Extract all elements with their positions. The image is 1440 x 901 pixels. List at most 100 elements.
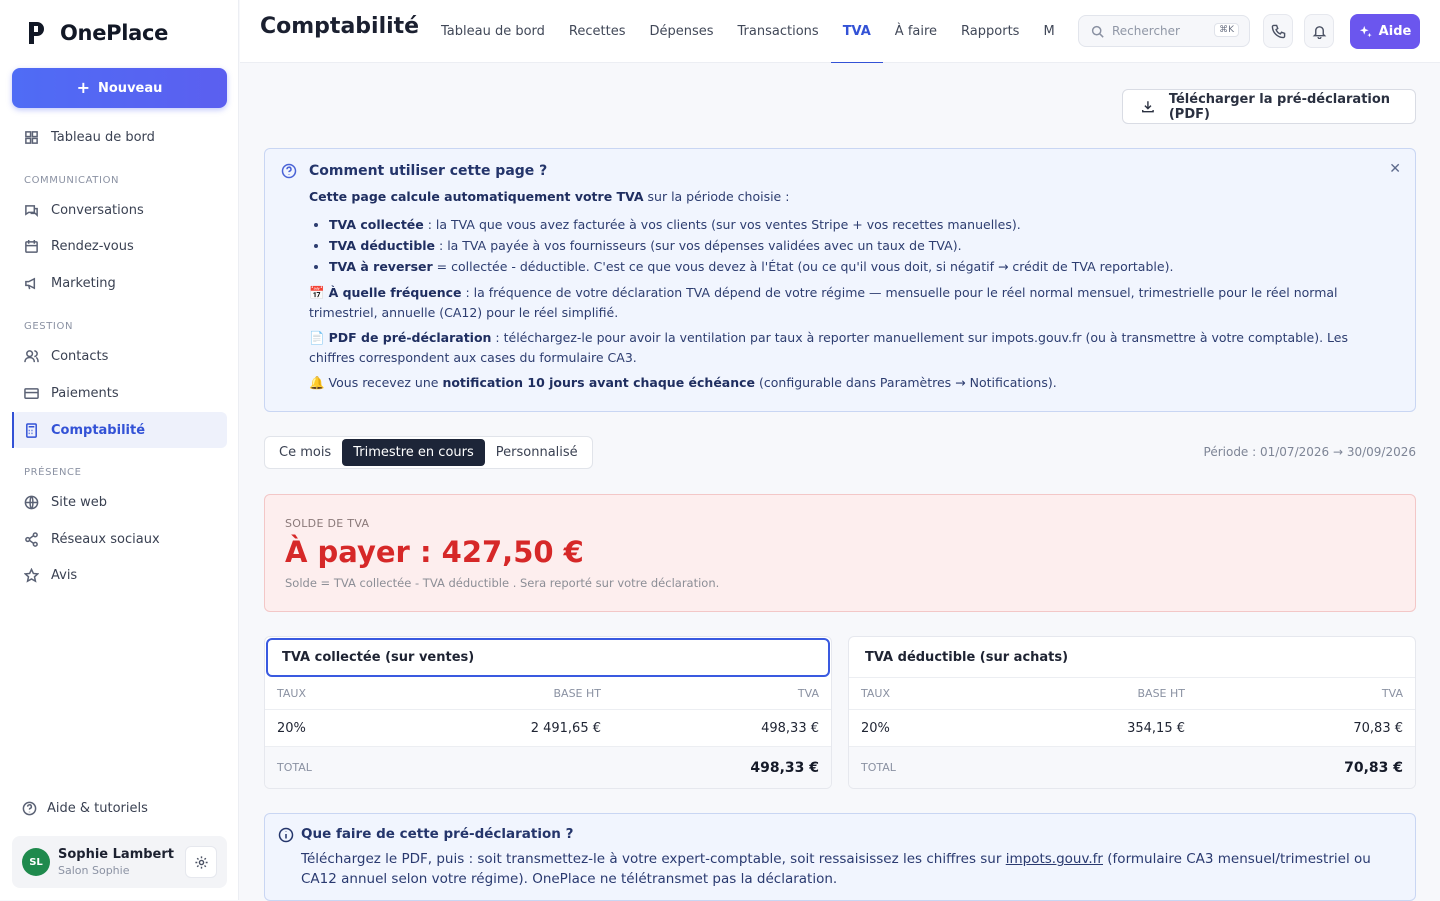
col-tva: TVA	[1381, 687, 1403, 700]
tab-rapports[interactable]: Rapports	[949, 0, 1031, 63]
calendar-icon: 📅	[309, 284, 325, 300]
table-row: 20% 2 491,65 € 498,33 €	[265, 710, 831, 747]
tab-depenses[interactable]: Dépenses	[637, 0, 725, 63]
sparkles-icon	[1359, 25, 1372, 37]
tab-tva[interactable]: TVA	[830, 0, 883, 63]
tab-tableau-de-bord[interactable]: Tableau de bord	[429, 0, 557, 63]
help-info-box: Comment utiliser cette page ? ✕ Cette pa…	[264, 148, 1416, 412]
total-label: TOTAL	[861, 761, 896, 774]
collected-vat-title[interactable]: TVA collectée (sur ventes)	[266, 638, 830, 677]
sidebar-item-contacts[interactable]: Contacts	[12, 338, 227, 374]
sidebar-item-siteweb[interactable]: Site web	[12, 484, 227, 520]
next-steps-title: Que faire de cette pré-déclaration ?	[301, 826, 574, 842]
search-input[interactable]: Rechercher ⌘K	[1078, 15, 1250, 47]
new-button-label: Nouveau	[98, 80, 163, 96]
search-shortcut: ⌘K	[1214, 23, 1239, 37]
credit-card-icon	[24, 387, 39, 399]
bullet-reverse: TVA à reverser = collectée - déductible.…	[329, 256, 1389, 277]
grid-icon	[25, 130, 38, 144]
sidebar-item-dashboard[interactable]: Tableau de bord	[12, 119, 227, 155]
download-icon	[1142, 101, 1154, 113]
section-label-gestion: GESTION	[24, 321, 74, 332]
period-option-custom[interactable]: Personnalisé	[485, 439, 589, 466]
calendar-icon	[25, 239, 38, 253]
download-pdf-label: Télécharger la pré-déclaration (PDF)	[1168, 91, 1391, 122]
total-value: 70,83 €	[1344, 759, 1403, 776]
share-icon	[25, 531, 38, 547]
sidebar-item-comptabilite[interactable]: Comptabilité	[12, 412, 227, 448]
sidebar-item-label: Rendez-vous	[51, 238, 134, 254]
question-circle-icon	[281, 163, 297, 179]
sidebar-item-marketing[interactable]: Marketing	[12, 265, 227, 301]
download-pdf-button[interactable]: Télécharger la pré-déclaration (PDF)	[1122, 89, 1416, 124]
table-total-row: TOTAL 70,83 €	[849, 747, 1415, 788]
info-bullets: TVA collectée : la TVA que vous avez fac…	[329, 214, 1389, 277]
tab-a-faire[interactable]: À faire	[883, 0, 949, 63]
sidebar-item-rendezvous[interactable]: Rendez-vous	[12, 228, 227, 264]
tab-mon-compte[interactable]: Mon co	[1031, 0, 1055, 63]
logo-icon	[29, 22, 44, 44]
sidebar-item-label: Site web	[51, 494, 107, 510]
bullet-deductible: TVA déductible : la TVA payée à vos four…	[329, 235, 1389, 256]
period-option-this-month[interactable]: Ce mois	[268, 439, 342, 466]
search-placeholder: Rechercher	[1112, 24, 1180, 38]
table-row: 20% 354,15 € 70,83 €	[849, 710, 1415, 747]
intro-bold: Cette page calcule automatiquement votre…	[309, 189, 644, 204]
sidebar-item-label: Conversations	[51, 202, 144, 218]
section-label-communication: COMMUNICATION	[24, 175, 120, 186]
close-icon[interactable]: ✕	[1389, 161, 1401, 177]
tab-recettes[interactable]: Recettes	[557, 0, 638, 63]
section-label-presence: PRÉSENCE	[24, 467, 82, 478]
cell-tva: 70,83 €	[1353, 720, 1403, 736]
vat-balance-card: SOLDE DE TVA À payer : 427,50 € Solde = …	[264, 494, 1416, 612]
help-circle-icon	[22, 801, 37, 816]
info-frequency: 📅 À quelle fréquence : la fréquence de v…	[309, 284, 1338, 321]
globe-icon	[24, 495, 39, 509]
sidebar: OnePlace + Nouveau Tableau de bord COMMU…	[0, 0, 239, 900]
deductible-vat-title[interactable]: TVA déductible (sur achats)	[849, 637, 1415, 678]
info-notification: 🔔 Vous recevez une notification 10 jours…	[309, 374, 1057, 390]
tab-transactions[interactable]: Transactions	[726, 0, 831, 63]
table-total-row: TOTAL 498,33 €	[265, 747, 831, 788]
plus-icon: +	[76, 78, 90, 97]
main-content: Télécharger la pré-déclaration (PDF) Com…	[240, 63, 1440, 901]
notifications-button[interactable]	[1304, 14, 1334, 48]
aide-label: Aide	[1378, 24, 1412, 39]
total-value: 498,33 €	[750, 759, 819, 776]
page-title: Comptabilité	[260, 14, 420, 39]
intro-text: sur la période choisie :	[643, 189, 790, 204]
sidebar-item-conversations[interactable]: Conversations	[12, 192, 227, 228]
info-pdf: 📄 PDF de pré-déclaration : téléchargez-l…	[309, 329, 1349, 366]
sidebar-item-avis[interactable]: Avis	[12, 557, 227, 593]
aide-button[interactable]: Aide	[1350, 14, 1420, 49]
help-tutorials-link[interactable]: Aide & tutoriels	[22, 801, 148, 816]
cell-tva: 498,33 €	[761, 720, 819, 736]
sidebar-item-label: Réseaux sociaux	[51, 531, 160, 547]
sidebar-item-reseaux[interactable]: Réseaux sociaux	[12, 521, 227, 557]
search-icon	[1091, 25, 1104, 38]
cell-base: 2 491,65 €	[530, 720, 601, 736]
table-header: TAUX BASE HT TVA	[265, 678, 831, 710]
phone-button[interactable]	[1263, 14, 1293, 48]
sidebar-item-label: Marketing	[51, 275, 116, 291]
megaphone-icon	[25, 277, 36, 289]
total-label: TOTAL	[277, 761, 312, 774]
user-business: Salon Sophie	[58, 864, 130, 877]
table-header: TAUX BASE HT TVA	[849, 678, 1415, 710]
document-icon: 📄	[309, 329, 325, 345]
sidebar-item-paiements[interactable]: Paiements	[12, 375, 227, 411]
help-label: Aide & tutoriels	[47, 801, 148, 816]
impots-link[interactable]: impots.gouv.fr	[1006, 851, 1103, 867]
info-circle-icon	[278, 827, 294, 843]
app-logo[interactable]: OnePlace	[26, 20, 168, 46]
period-option-current-quarter[interactable]: Trimestre en cours	[342, 439, 485, 466]
balance-value: À payer : 427,50 €	[285, 535, 584, 569]
gear-icon	[194, 855, 208, 869]
next-steps-body: Téléchargez le PDF, puis : soit transmet…	[301, 851, 1371, 887]
settings-button[interactable]	[185, 846, 217, 878]
cell-base: 354,15 €	[1127, 720, 1185, 736]
sidebar-item-label: Paiements	[51, 385, 119, 401]
sidebar-item-label: Comptabilité	[51, 422, 146, 438]
new-button[interactable]: + Nouveau	[12, 68, 227, 108]
user-card[interactable]: SL Sophie Lambert Salon Sophie	[12, 836, 227, 888]
